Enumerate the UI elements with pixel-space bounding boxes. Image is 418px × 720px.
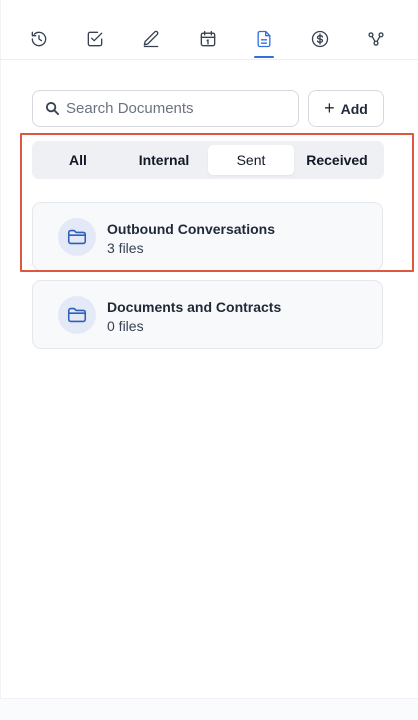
bottom-edge <box>0 698 418 720</box>
add-button[interactable]: + Add <box>308 90 384 127</box>
tab-internal[interactable]: Internal <box>122 145 206 175</box>
tab-all-label: All <box>69 152 87 168</box>
folder-icon <box>58 218 96 256</box>
documents-panel: + Add All Internal Sent Received Outboun… <box>0 0 418 720</box>
search-input[interactable] <box>66 100 286 117</box>
folder-card[interactable]: Outbound Conversations 3 files <box>32 202 383 271</box>
top-icon-nav <box>0 0 418 60</box>
folder-title: Outbound Conversations <box>107 221 275 237</box>
tab-sent[interactable]: Sent <box>208 145 294 175</box>
dollar-circle-icon[interactable] <box>307 26 333 52</box>
active-tab-indicator <box>254 56 274 58</box>
document-icon[interactable] <box>251 26 277 52</box>
tab-received[interactable]: Received <box>295 145 379 175</box>
folder-file-count: 0 files <box>107 318 144 334</box>
tasks-checkbox-icon[interactable] <box>82 26 108 52</box>
tab-internal-label: Internal <box>138 152 190 168</box>
tab-all[interactable]: All <box>36 145 120 175</box>
pen-icon[interactable] <box>138 26 164 52</box>
share-nodes-icon[interactable] <box>363 26 389 52</box>
history-icon[interactable] <box>26 26 52 52</box>
add-button-label: Add <box>340 100 368 117</box>
folder-file-count: 3 files <box>107 240 144 256</box>
folder-icon <box>58 296 96 334</box>
calendar-icon[interactable] <box>195 26 221 52</box>
left-divider <box>0 0 1 720</box>
folder-card[interactable]: Documents and Contracts 0 files <box>32 280 383 349</box>
filter-tabs: All Internal Sent Received <box>32 141 384 179</box>
tab-sent-label: Sent <box>236 152 266 168</box>
tab-received-label: Received <box>306 152 368 168</box>
search-box[interactable] <box>32 90 299 127</box>
search-icon <box>45 101 60 116</box>
folder-title: Documents and Contracts <box>107 299 282 315</box>
plus-icon: + <box>324 97 335 118</box>
